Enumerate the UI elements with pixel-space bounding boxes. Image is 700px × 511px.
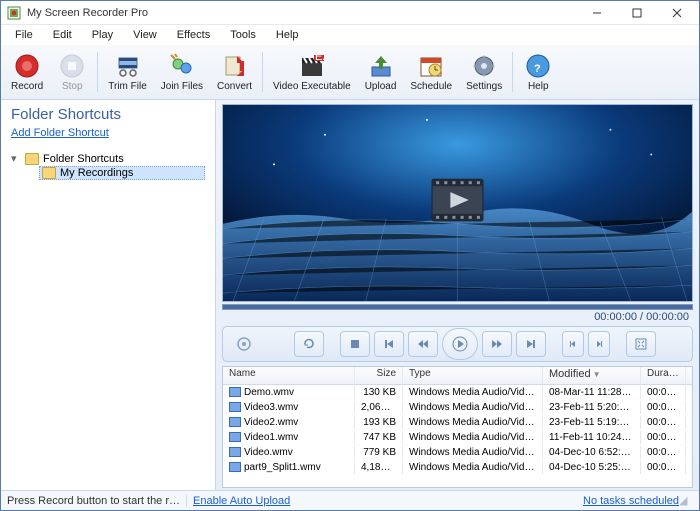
tree-root[interactable]: ▾ Folder Shortcuts [11,151,205,166]
svg-text:?: ? [534,63,541,75]
upload-icon [368,53,394,79]
folder-icon [42,167,56,179]
video-file-icon [229,387,241,397]
video-file-icon [229,402,241,412]
video-preview[interactable] [222,104,693,302]
stop-icon [59,53,85,79]
help-button[interactable]: ? Help [517,51,559,94]
player-controls [222,326,693,362]
menu-tools[interactable]: Tools [220,27,266,43]
col-size[interactable]: Size [355,367,403,384]
video-file-icon [229,417,241,427]
upload-button[interactable]: Upload [359,51,403,94]
video-file-icon [229,462,241,472]
stop-playback-button[interactable] [340,331,370,357]
sidebar: Folder Shortcuts Add Folder Shortcut ▾ F… [1,100,216,490]
add-folder-shortcut-link[interactable]: Add Folder Shortcut [11,127,205,139]
toolbar: Record Stop Trim File Join Files Convert… [1,45,699,100]
forward-button[interactable] [482,331,512,357]
col-modified[interactable]: Modified▼ [543,367,641,384]
play-button[interactable] [442,328,478,360]
sort-desc-icon: ▼ [593,370,601,379]
table-row[interactable]: Video1.wmv747 KBWindows Media Audio/Vide… [223,430,692,445]
menu-edit[interactable]: Edit [43,27,82,43]
table-row[interactable]: part9_Split1.wmv4,183 KBWindows Media Au… [223,460,692,475]
tasks-scheduled-link[interactable]: No tasks scheduled [583,495,679,507]
folder-tree: ▾ Folder Shortcuts My Recordings [11,151,205,180]
step-forward-button[interactable] [588,331,610,357]
sidebar-title: Folder Shortcuts [11,106,205,123]
settings-gear-button[interactable] [229,331,259,357]
resize-grip-icon[interactable]: ◢ [679,494,693,507]
enable-auto-upload-link[interactable]: Enable Auto Upload [193,495,290,507]
menu-view[interactable]: View [123,27,167,43]
trim-button[interactable]: Trim File [102,51,153,94]
statusbar: Press Record button to start the rec... … [1,490,699,510]
video-file-icon [229,432,241,442]
file-list-header: Name Size Type Modified▼ Duration [223,367,692,385]
table-row[interactable]: Video.wmv779 KBWindows Media Audio/Video… [223,445,692,460]
file-list: Name Size Type Modified▼ Duration Demo.w… [222,366,693,488]
rewind-button[interactable] [408,331,438,357]
video-exe-button[interactable]: EXE Video Executable [267,51,357,94]
table-row[interactable]: Demo.wmv130 KBWindows Media Audio/Video … [223,385,692,400]
close-button[interactable] [657,2,697,24]
table-row[interactable]: Video2.wmv193 KBWindows Media Audio/Vide… [223,415,692,430]
status-hint: Press Record button to start the rec... [7,495,187,507]
video-file-icon [229,447,241,457]
app-icon [7,6,21,20]
fullscreen-button[interactable] [626,331,656,357]
prev-button[interactable] [374,331,404,357]
maximize-button[interactable] [617,2,657,24]
repeat-button[interactable] [294,331,324,357]
menu-help[interactable]: Help [266,27,309,43]
help-icon: ? [525,53,551,79]
tree-my-recordings[interactable]: My Recordings [39,166,205,180]
scissors-icon [115,53,141,79]
stop-button[interactable]: Stop [51,51,93,94]
collapse-icon[interactable]: ▾ [11,152,21,165]
settings-button[interactable]: Settings [460,51,508,94]
window-title: My Screen Recorder Pro [27,7,577,19]
folder-icon [25,153,39,165]
record-icon [14,53,40,79]
svg-text:EXE: EXE [315,53,325,63]
record-button[interactable]: Record [5,51,49,94]
menu-effects[interactable]: Effects [167,27,220,43]
menubar: File Edit Play View Effects Tools Help [1,25,699,45]
schedule-button[interactable]: Schedule [404,51,458,94]
minimize-button[interactable] [577,2,617,24]
join-button[interactable]: Join Files [155,51,209,94]
col-duration[interactable]: Duration [641,367,686,384]
clapper-icon: EXE [299,53,325,79]
convert-icon [222,53,248,79]
menu-file[interactable]: File [5,27,43,43]
table-row[interactable]: Video3.wmv2,068 KBWindows Media Audio/Vi… [223,400,692,415]
join-icon [169,53,195,79]
menu-play[interactable]: Play [82,27,123,43]
time-display: 00:00:00 / 00:00:00 [594,311,689,323]
col-name[interactable]: Name [223,367,355,384]
gear-icon [471,53,497,79]
col-type[interactable]: Type [403,367,543,384]
next-button[interactable] [516,331,546,357]
calendar-icon [418,53,444,79]
titlebar: My Screen Recorder Pro [1,1,699,25]
step-back-button[interactable] [562,331,584,357]
convert-button[interactable]: Convert [211,51,258,94]
